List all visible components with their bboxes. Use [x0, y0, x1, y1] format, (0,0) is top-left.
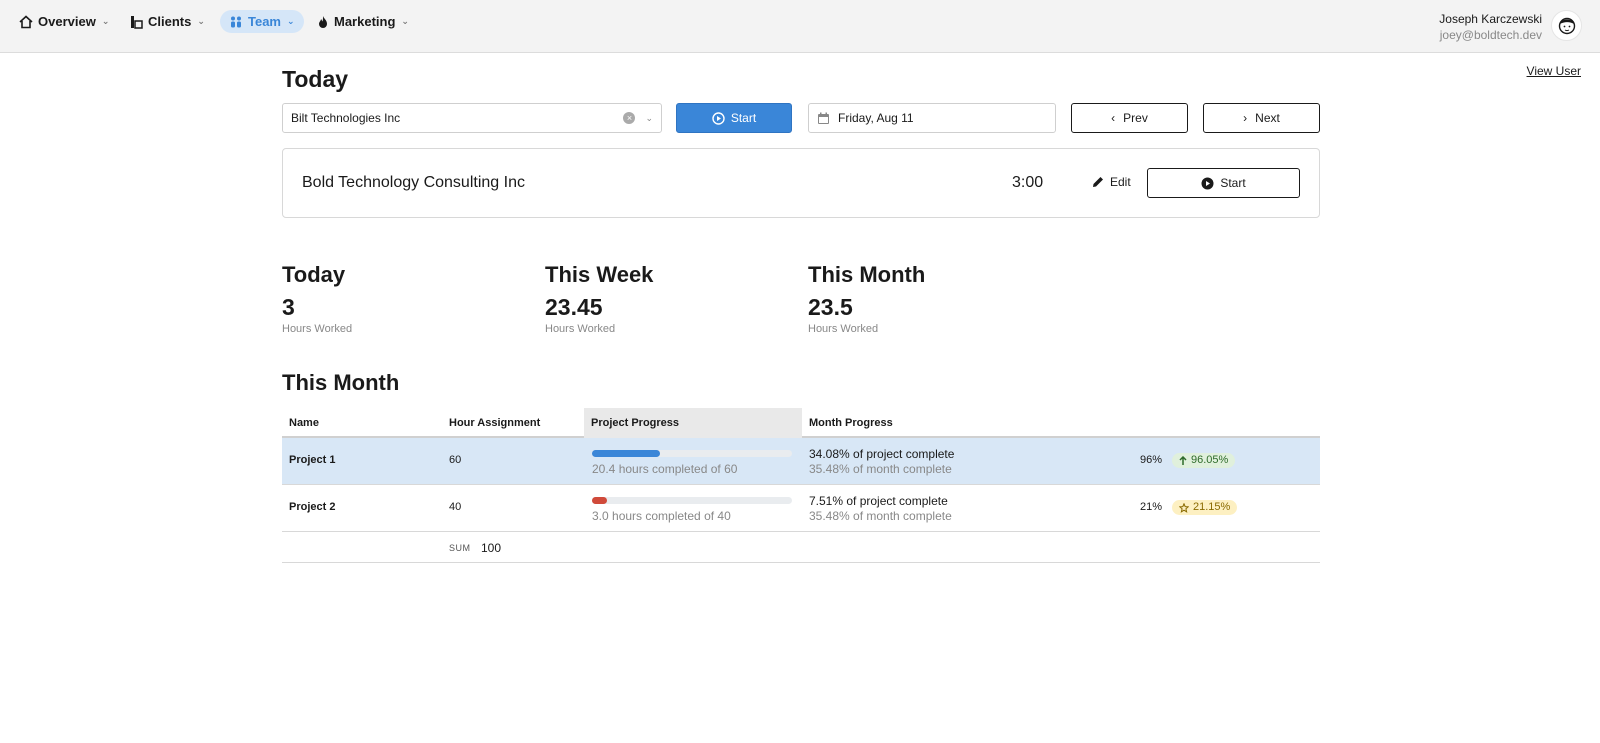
user-name: Joseph Karczewski	[1439, 12, 1542, 26]
nav-marketing-label: Marketing	[334, 14, 396, 29]
view-user-link[interactable]: View User	[1527, 64, 1581, 78]
start-button-label: Start	[730, 111, 757, 125]
stat-this-week: This Week 23.45 Hours Worked	[545, 262, 653, 335]
table-row[interactable]: Project 2 40 3.0 hours completed of 40 7…	[282, 485, 1320, 532]
progress-bar-fill	[592, 450, 660, 457]
stat-title: This Week	[545, 262, 654, 287]
chevron-down-icon: ⌄	[197, 16, 205, 26]
next-button-label: Next	[1255, 111, 1280, 125]
table-row[interactable]: Project 1 60 20.4 hours completed of 60 …	[282, 438, 1320, 485]
client-select-value: Bilt Technologies Inc	[291, 111, 401, 125]
sum-row: SUM 100	[282, 532, 1320, 563]
date-field[interactable]: Friday, Aug 11	[808, 103, 1056, 133]
project-complete-text: 7.51% of project complete	[809, 494, 948, 508]
nav-clients[interactable]: Clients ⌄	[121, 10, 214, 33]
table-header: Name Hour Assignment Project Progress Mo…	[282, 408, 1320, 438]
chevron-left-icon: ‹	[1111, 111, 1116, 125]
project-complete-text: 34.08% of project complete	[809, 447, 955, 461]
home-icon	[19, 14, 33, 28]
user-email: joey@boldtech.dev	[1439, 28, 1542, 42]
col-header-month-progress[interactable]: Month Progress	[802, 408, 1102, 438]
avatar-face-icon	[1558, 17, 1575, 34]
chevron-down-icon: ⌄	[401, 16, 409, 26]
progress-bar	[592, 450, 792, 457]
sum-label: SUM	[449, 543, 471, 553]
date-value: Friday, Aug 11	[838, 111, 914, 125]
stat-value: 23.45	[545, 294, 603, 320]
calendar-icon	[818, 112, 829, 124]
avatar[interactable]	[1551, 10, 1582, 41]
prev-button-label: Prev	[1123, 111, 1148, 125]
next-button[interactable]: › Next	[1203, 103, 1320, 133]
stat-title: Today	[282, 262, 346, 287]
col-header-project-progress[interactable]: Project Progress	[584, 408, 802, 438]
stat-value: 23.5	[808, 294, 853, 320]
timer-start-label: Start	[1220, 176, 1246, 190]
col-header-name[interactable]: Name	[282, 408, 442, 438]
row-name: Project 2	[289, 501, 336, 513]
nav-marketing[interactable]: Marketing ⌄	[308, 10, 418, 33]
col-header-hour-assignment[interactable]: Hour Assignment	[442, 408, 585, 438]
edit-button[interactable]: Edit	[1092, 175, 1131, 189]
chevron-down-icon[interactable]: ⌄	[645, 113, 653, 124]
user-info: Joseph Karczewski joey@boldtech.dev	[1439, 11, 1542, 43]
stat-label: Hours Worked	[808, 323, 879, 335]
timer-start-button[interactable]: Start	[1147, 168, 1300, 198]
nav-clients-label: Clients	[148, 14, 192, 29]
chevron-down-icon: ⌄	[101, 16, 110, 26]
progress-bar	[592, 497, 792, 504]
play-circle-icon	[712, 111, 725, 125]
chevron-down-icon: ⌄	[287, 16, 295, 26]
page-title: Today	[282, 66, 349, 92]
month-section-title: This Month	[282, 370, 400, 395]
star-icon	[1179, 502, 1189, 513]
stat-label: Hours Worked	[282, 323, 353, 335]
top-nav: Overview ⌄ Clients ⌄ Team ⌄ Marketing ⌄ …	[0, 0, 1600, 53]
row-percent: 96%	[1140, 454, 1163, 466]
stat-label: Hours Worked	[545, 323, 616, 335]
status-badge-value: 96.05%	[1191, 454, 1229, 466]
status-badge: 96.05%	[1172, 453, 1236, 468]
clients-icon	[131, 15, 143, 29]
client-select[interactable]: Bilt Technologies Inc × ⌄	[282, 103, 662, 133]
nav-team[interactable]: Team ⌄	[220, 10, 304, 33]
progress-text: 20.4 hours completed of 60	[592, 462, 738, 476]
nav-overview[interactable]: Overview ⌄	[10, 10, 118, 33]
stat-title: This Month	[808, 262, 926, 287]
nav-overview-label: Overview	[38, 14, 96, 29]
arrow-up-icon	[1179, 455, 1187, 465]
prev-button[interactable]: ‹ Prev	[1071, 103, 1188, 133]
nav-team-label: Team	[248, 14, 281, 29]
flame-icon	[319, 15, 327, 28]
start-button[interactable]: Start	[676, 103, 792, 133]
edit-button-label: Edit	[1110, 175, 1131, 189]
progress-text: 3.0 hours completed of 40	[592, 509, 731, 523]
row-percent: 21%	[1140, 501, 1163, 513]
pencil-icon	[1093, 177, 1103, 187]
row-name: Project 1	[289, 454, 336, 466]
status-badge-value: 21.15%	[1193, 501, 1231, 513]
month-complete-text: 35.48% of month complete	[809, 462, 952, 476]
status-badge: 21.15%	[1172, 500, 1238, 515]
chevron-right-icon: ›	[1243, 111, 1248, 125]
stat-this-month: This Month 23.5 Hours Worked	[808, 262, 925, 335]
row-hours: 40	[449, 501, 462, 513]
sum-value: 100	[481, 541, 502, 555]
month-complete-text: 35.48% of month complete	[809, 509, 952, 523]
timer-client: Bold Technology Consulting Inc	[302, 174, 525, 191]
stat-today: Today 3 Hours Worked	[282, 262, 352, 335]
timer-card: Bold Technology Consulting Inc 3:00 Edit…	[282, 148, 1320, 218]
timer-time: 3:00	[1012, 174, 1044, 191]
row-hours: 60	[449, 454, 462, 466]
progress-bar-fill	[592, 497, 607, 504]
month-table: Name Hour Assignment Project Progress Mo…	[282, 408, 1320, 563]
team-icon	[231, 16, 241, 27]
stat-value: 3	[282, 294, 295, 320]
clear-icon[interactable]: ×	[623, 112, 636, 124]
play-circle-icon	[1201, 177, 1214, 189]
